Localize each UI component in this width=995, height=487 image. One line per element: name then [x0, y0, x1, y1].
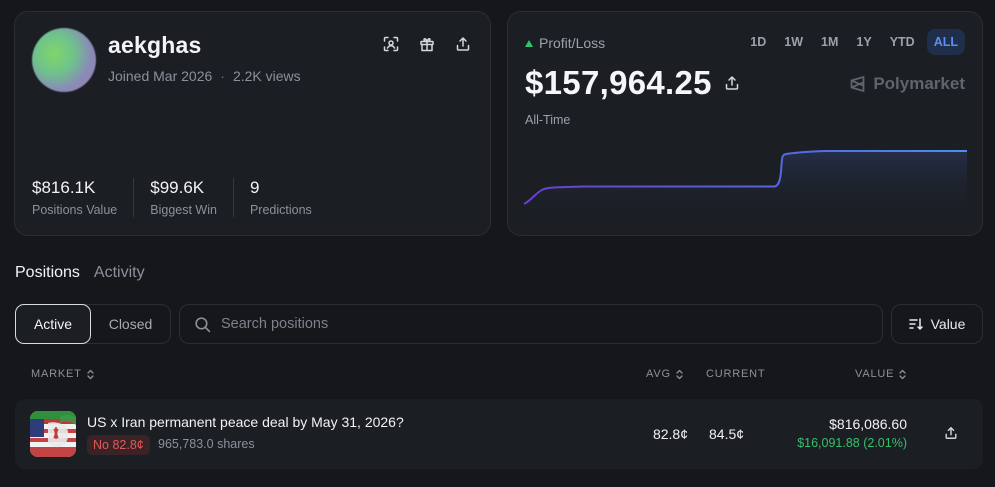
position-status-toggle: Active Closed: [15, 304, 171, 344]
stat-positions-value: $816.1K Positions Value: [32, 178, 135, 217]
column-current: CURRENT: [706, 368, 765, 380]
up-triangle-icon: [525, 39, 533, 47]
table-row[interactable]: US x Iran permanent peace deal by May 31…: [15, 399, 983, 469]
stat-label: Biggest Win: [150, 203, 217, 217]
stat-predictions: 9 Predictions: [250, 178, 328, 217]
column-market[interactable]: MARKET: [31, 368, 95, 380]
range-tab-1w[interactable]: 1W: [778, 29, 809, 55]
tab-activity[interactable]: Activity: [94, 264, 145, 282]
sort-toggle-icon: [676, 369, 683, 379]
us-iran-flag-image: [30, 411, 76, 457]
active-filter-button[interactable]: Active: [15, 304, 91, 344]
search-box: [179, 304, 883, 344]
range-tabs: 1D 1W 1M 1Y YTD ALL: [744, 29, 965, 55]
range-tab-1m[interactable]: 1M: [815, 29, 844, 55]
profit-loss-amount-row: $157,964.25: [525, 64, 740, 102]
profit-loss-amount: $157,964.25: [525, 64, 712, 101]
range-tab-ytd[interactable]: YTD: [884, 29, 921, 55]
table-header: MARKET AVG CURRENT VALUE: [0, 368, 995, 384]
tab-positions[interactable]: Positions: [15, 264, 80, 282]
profit-loss-card: Profit/Loss 1D 1W 1M 1Y YTD ALL $157,964…: [507, 11, 983, 236]
stat-value: $816.1K: [32, 178, 96, 197]
profile-card: aekghas Joined Mar 2026 · 2.2K views $81…: [14, 11, 491, 236]
closed-filter-button[interactable]: Closed: [91, 305, 170, 343]
profit-loss-title: Profit/Loss: [539, 35, 606, 51]
polymarket-brand: Polymarket: [849, 74, 965, 94]
column-label: MARKET: [31, 368, 82, 380]
range-tab-1y[interactable]: 1Y: [850, 29, 877, 55]
avatar: [32, 28, 96, 92]
column-label: CURRENT: [706, 368, 766, 380]
profile-actions: [382, 35, 472, 53]
username: aekghas: [108, 32, 202, 58]
share-count: 965,783.0 shares: [158, 437, 255, 451]
range-tab-1d[interactable]: 1D: [744, 29, 772, 55]
stat-value: $99.6K: [150, 178, 205, 197]
profile-stats: $816.1K Positions Value $99.6K Biggest W…: [32, 178, 344, 217]
position-value: $816,086.60: [829, 416, 907, 432]
range-tab-all[interactable]: ALL: [926, 29, 965, 55]
column-label: AVG: [646, 368, 671, 380]
joined-date: Joined Mar 2026: [108, 68, 213, 84]
stat-value: 9: [249, 178, 260, 197]
search-icon: [195, 316, 211, 332]
scan-icon[interactable]: [382, 35, 400, 53]
share-icon[interactable]: [724, 75, 740, 91]
outcome-badge: No 82.8¢: [87, 435, 150, 455]
view-count: 2.2K views: [232, 68, 301, 84]
sort-button[interactable]: Value: [891, 304, 983, 344]
share-icon[interactable]: [944, 426, 958, 440]
sort-label: Value: [930, 316, 966, 332]
stat-biggest-win: $99.6K Biggest Win: [150, 178, 234, 217]
profit-loss-period: All-Time: [525, 113, 571, 127]
polymarket-logo-icon: [850, 76, 865, 92]
sort-toggle-icon: [86, 369, 94, 379]
avg-price: 82.8¢: [652, 426, 688, 442]
section-tabs: Positions Activity: [15, 264, 145, 282]
sort-toggle-icon: [899, 369, 906, 379]
column-label: VALUE: [855, 368, 895, 380]
search-input[interactable]: [221, 316, 882, 332]
column-avg[interactable]: AVG: [646, 368, 684, 380]
brand-name: Polymarket: [873, 74, 965, 93]
stat-label: Predictions: [249, 203, 312, 217]
stat-label: Positions Value: [32, 203, 118, 217]
share-icon[interactable]: [454, 35, 472, 53]
profit-loss-label: Profit/Loss: [525, 35, 605, 51]
current-price: 84.5¢: [709, 426, 745, 442]
position-pnl: $16,091.88 (2.01%): [797, 436, 907, 450]
profile-meta: Joined Mar 2026 · 2.2K views: [108, 68, 301, 84]
column-value[interactable]: VALUE: [855, 368, 907, 380]
sort-icon: [908, 318, 923, 330]
gift-icon[interactable]: [418, 35, 436, 53]
meta-separator: ·: [220, 68, 225, 84]
market-title[interactable]: US x Iran permanent peace deal by May 31…: [87, 414, 404, 430]
profit-loss-chart: [524, 150, 967, 222]
